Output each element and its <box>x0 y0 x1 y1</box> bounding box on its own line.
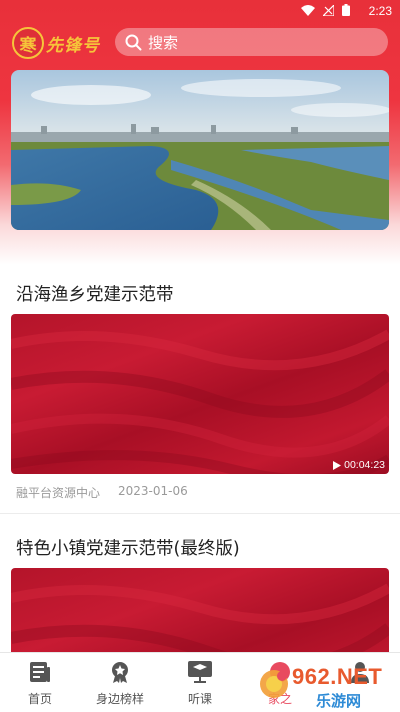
watermark-subtitle: 乐游网 <box>316 692 362 710</box>
news-icon <box>27 659 53 685</box>
flag-texture <box>11 329 389 474</box>
search-bar[interactable]: 搜索 <box>115 28 388 56</box>
badge-icon <box>107 659 133 685</box>
video-thumbnail[interactable]: 00:04:23 <box>11 314 389 474</box>
app-header: 寒 先锋号 搜索 <box>0 22 400 64</box>
play-icon <box>333 460 342 470</box>
nav-label: 身边榜样 <box>95 692 144 706</box>
logo-text: 先锋号 <box>46 35 100 56</box>
nav-item-role-models[interactable]: 身边榜样 <box>80 653 160 712</box>
battery-icon <box>342 4 350 16</box>
app-logo[interactable]: 寒 先锋号 <box>12 26 100 60</box>
signal-icon <box>323 4 334 16</box>
search-placeholder: 搜索 <box>148 33 179 52</box>
article-source: 融平台资源中心 <box>16 486 101 500</box>
wifi-icon <box>301 4 315 16</box>
status-time: 2:23 <box>368 4 392 18</box>
divider <box>0 513 400 514</box>
watermark-brand: 962.NET <box>292 664 383 689</box>
lecture-icon <box>187 659 213 685</box>
bottom-navigation: 首页 身边榜样 听课 家之 962.NET 乐游网 <box>0 652 400 712</box>
logo-badge: 寒 <box>12 27 44 59</box>
nav-item-home[interactable]: 首页 <box>0 653 80 712</box>
status-icons <box>301 4 350 16</box>
article-date: 2023-01-06 <box>118 484 188 498</box>
status-bar: 2:23 <box>0 0 400 22</box>
article-meta: 融平台资源中心 2023-01-06 <box>16 484 188 501</box>
watermark: 962.NET 乐游网 <box>256 662 396 710</box>
duration-text: 00:04:23 <box>344 459 385 471</box>
article-title: 特色小镇党建示范带(最终版) <box>16 539 240 559</box>
video-duration: 00:04:23 <box>333 459 385 471</box>
nav-label: 首页 <box>27 692 52 706</box>
article-title: 沿海渔乡党建示范带 <box>16 285 174 305</box>
search-icon <box>125 34 142 50</box>
nav-item-lectures[interactable]: 听课 <box>160 653 240 712</box>
banner-carousel[interactable] <box>11 70 389 230</box>
banner-image <box>11 70 389 230</box>
nav-label: 听课 <box>187 692 212 706</box>
